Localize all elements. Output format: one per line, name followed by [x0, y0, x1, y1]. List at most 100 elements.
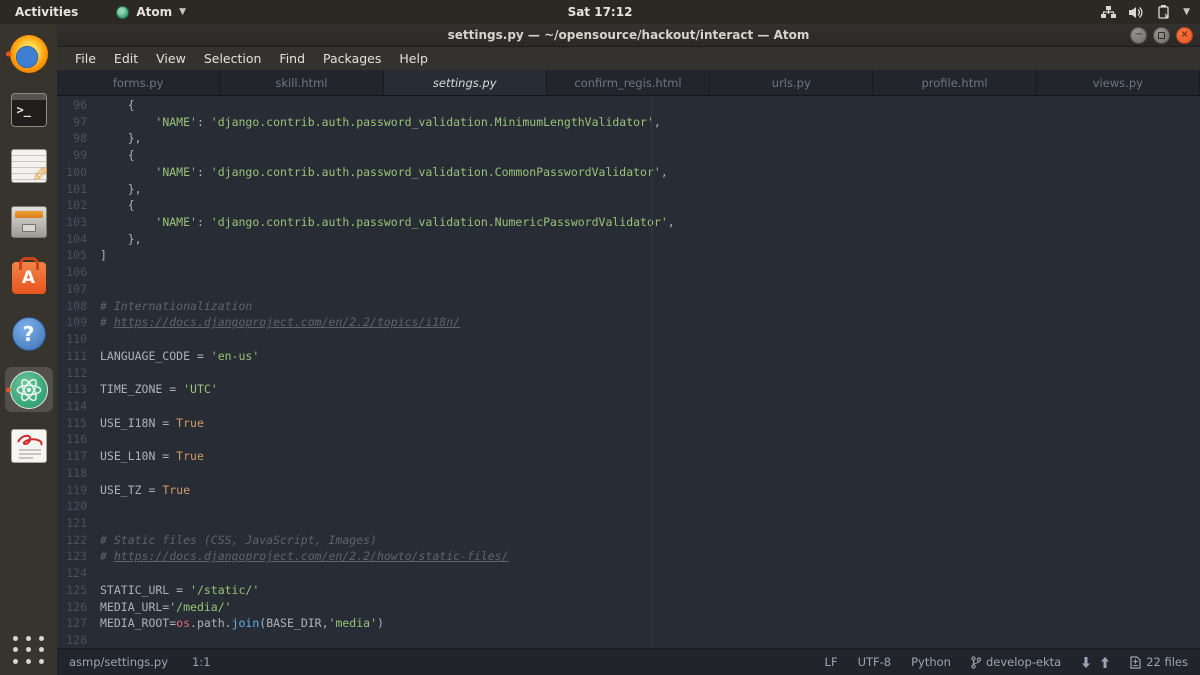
tab-settings.py[interactable]: settings.py [384, 70, 547, 95]
line-number[interactable]: 105 [57, 247, 100, 264]
dock-item-document-viewer[interactable] [5, 423, 53, 468]
code-line: 127MEDIA_ROOT=os.path.join(BASE_DIR,'med… [57, 615, 1200, 632]
activities-button[interactable]: Activities [11, 5, 82, 19]
code-text: # https://docs.djangoproject.com/en/2.2/… [100, 314, 460, 331]
status-cursor-position[interactable]: 1:1 [192, 655, 211, 669]
line-number[interactable]: 115 [57, 415, 100, 432]
tab-forms.py[interactable]: forms.py [57, 70, 220, 95]
line-number[interactable]: 118 [57, 465, 100, 482]
line-number[interactable]: 121 [57, 515, 100, 532]
git-pull-icon[interactable] [1081, 657, 1091, 668]
tab-confirm_regis.html[interactable]: confirm_regis.html [547, 70, 710, 95]
status-bar: asmp/settings.py 1:1 LF UTF-8 Python dev… [57, 648, 1200, 675]
chevron-down-icon: ▼ [179, 7, 186, 17]
line-number[interactable]: 128 [57, 632, 100, 648]
line-number[interactable]: 100 [57, 164, 100, 181]
line-number[interactable]: 106 [57, 264, 100, 281]
code-line: 108# Internationalization [57, 298, 1200, 315]
status-git-branch[interactable]: develop-ekta [971, 655, 1061, 669]
line-number[interactable]: 103 [57, 214, 100, 231]
menu-file[interactable]: File [66, 49, 105, 68]
line-number[interactable]: 119 [57, 482, 100, 499]
file-manager-icon [11, 206, 47, 238]
close-button[interactable]: × [1176, 27, 1193, 44]
line-number[interactable]: 117 [57, 448, 100, 465]
line-number[interactable]: 104 [57, 231, 100, 248]
line-number[interactable]: 109 [57, 314, 100, 331]
status-file-path[interactable]: asmp/settings.py [69, 655, 168, 669]
status-encoding[interactable]: UTF-8 [858, 655, 892, 669]
status-git-changes[interactable]: 22 files [1130, 655, 1188, 669]
changed-files-label: 22 files [1146, 655, 1188, 669]
line-number[interactable]: 101 [57, 181, 100, 198]
document-viewer-icon [11, 429, 47, 463]
code-line: 101 }, [57, 181, 1200, 198]
line-number[interactable]: 126 [57, 599, 100, 616]
dock-item-firefox[interactable] [5, 31, 53, 76]
code-line: 128 [57, 632, 1200, 648]
maximize-button[interactable] [1153, 27, 1170, 44]
dock-item-ubuntu-software[interactable]: A [5, 255, 53, 300]
line-number[interactable]: 114 [57, 398, 100, 415]
dock-item-text-editor[interactable] [5, 143, 53, 188]
line-number[interactable]: 96 [57, 97, 100, 114]
code-line: 97 'NAME': 'django.contrib.auth.password… [57, 114, 1200, 131]
network-icon[interactable] [1101, 6, 1116, 19]
line-number[interactable]: 123 [57, 548, 100, 565]
code-line: 119USE_TZ = True [57, 482, 1200, 499]
window-titlebar[interactable]: settings.py — ~/opensource/hackout/inter… [57, 24, 1200, 47]
line-number[interactable]: 99 [57, 147, 100, 164]
battery-icon[interactable] [1157, 5, 1170, 19]
code-line: 99 { [57, 147, 1200, 164]
atom-window: settings.py — ~/opensource/hackout/inter… [57, 24, 1200, 675]
tab-profile.html[interactable]: profile.html [873, 70, 1036, 95]
dock-item-terminal[interactable]: >_ [5, 87, 53, 132]
code-editor[interactable]: 96 {97 'NAME': 'django.contrib.auth.pass… [57, 96, 1200, 648]
tab-skill.html[interactable]: skill.html [220, 70, 383, 95]
line-number[interactable]: 97 [57, 114, 100, 131]
show-applications-button[interactable] [9, 633, 49, 667]
maximize-icon [1158, 32, 1165, 39]
line-number[interactable]: 122 [57, 532, 100, 549]
line-number[interactable]: 102 [57, 197, 100, 214]
code-text: 'NAME': 'django.contrib.auth.password_va… [100, 164, 668, 181]
line-number[interactable]: 107 [57, 281, 100, 298]
status-grammar[interactable]: Python [911, 655, 951, 669]
line-number[interactable]: 127 [57, 615, 100, 632]
code-line: 125STATIC_URL = '/static/' [57, 582, 1200, 599]
menu-help[interactable]: Help [390, 49, 437, 68]
line-number[interactable]: 124 [57, 565, 100, 582]
minimize-button[interactable]: − [1130, 27, 1147, 44]
line-number[interactable]: 98 [57, 130, 100, 147]
code-line: 96 { [57, 97, 1200, 114]
system-menu-chevron-icon[interactable]: ▼ [1183, 7, 1190, 17]
menu-selection[interactable]: Selection [195, 49, 271, 68]
code-text: STATIC_URL = '/static/' [100, 582, 259, 599]
line-number[interactable]: 125 [57, 582, 100, 599]
tab-urls.py[interactable]: urls.py [710, 70, 873, 95]
volume-icon[interactable] [1129, 6, 1144, 19]
line-number[interactable]: 111 [57, 348, 100, 365]
dock-item-help[interactable]: ? [5, 311, 53, 356]
code-line: 106 [57, 264, 1200, 281]
line-number[interactable]: 108 [57, 298, 100, 315]
menu-edit[interactable]: Edit [105, 49, 147, 68]
menu-view[interactable]: View [147, 49, 195, 68]
app-menu[interactable]: Atom ▼ [116, 5, 186, 19]
dock-item-file-manager[interactable] [5, 199, 53, 244]
line-number[interactable]: 120 [57, 498, 100, 515]
code-line: 109# https://docs.djangoproject.com/en/2… [57, 314, 1200, 331]
tab-views.py[interactable]: views.py [1037, 70, 1200, 95]
line-number[interactable]: 112 [57, 365, 100, 382]
line-number[interactable]: 110 [57, 331, 100, 348]
menu-find[interactable]: Find [270, 49, 314, 68]
git-push-icon[interactable] [1100, 657, 1110, 668]
status-line-ending[interactable]: LF [825, 655, 838, 669]
line-number[interactable]: 113 [57, 381, 100, 398]
dock-item-atom[interactable] [5, 367, 53, 412]
code-text: 'NAME': 'django.contrib.auth.password_va… [100, 214, 675, 231]
code-line: 111LANGUAGE_CODE = 'en-us' [57, 348, 1200, 365]
menu-packages[interactable]: Packages [314, 49, 390, 68]
dock: >_ A ? [0, 24, 57, 675]
line-number[interactable]: 116 [57, 431, 100, 448]
